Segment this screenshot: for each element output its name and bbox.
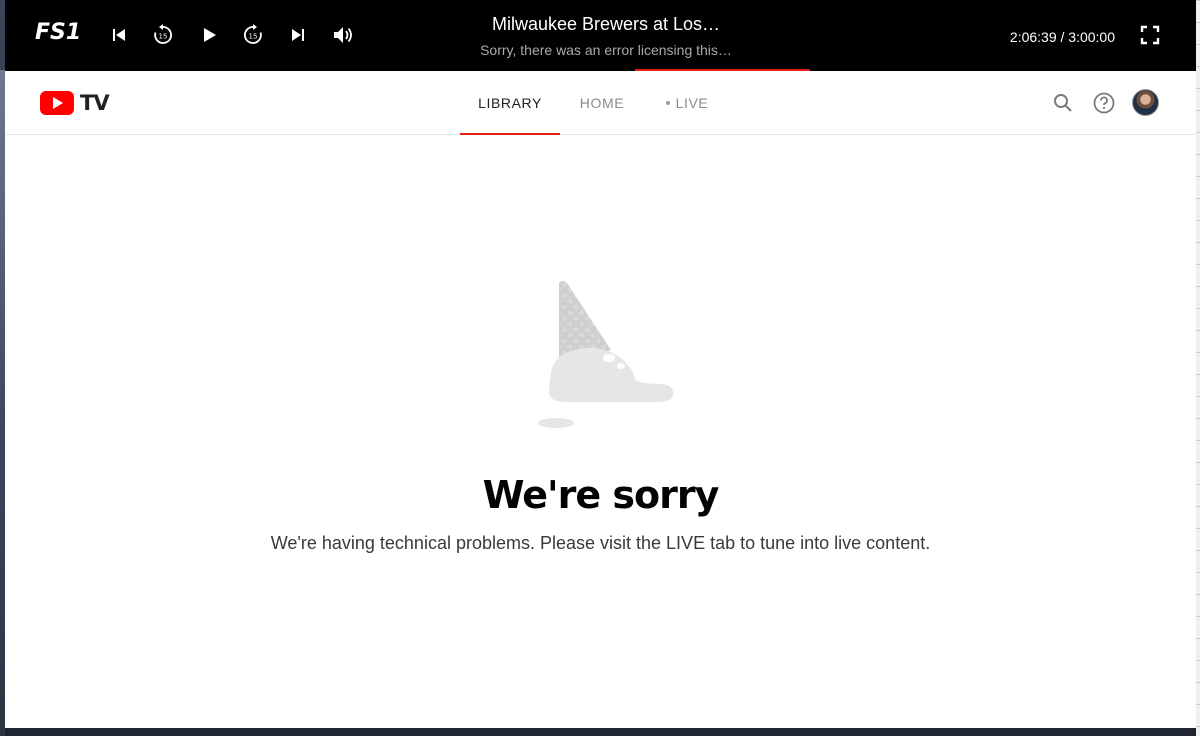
now-playing-error: Sorry, there was an error licensing this… xyxy=(480,42,732,58)
channel-logo: FS1 xyxy=(35,20,82,45)
now-playing-title: Milwaukee Brewers at Los… xyxy=(491,14,721,34)
fullscreen-icon[interactable] xyxy=(1137,22,1163,48)
live-dot-icon xyxy=(665,101,670,105)
tab-library-label: LIBRARY xyxy=(478,95,542,111)
rewind-15-icon[interactable]: 15 xyxy=(150,22,176,48)
error-message: We're having technical problems. Please … xyxy=(270,533,931,553)
youtube-play-icon xyxy=(40,91,74,115)
tab-live-label: LIVE xyxy=(675,95,709,111)
svg-text:15: 15 xyxy=(159,33,168,41)
error-page: We're sorry We're having technical probl… xyxy=(5,136,1196,728)
tab-library[interactable]: LIBRARY xyxy=(460,71,560,135)
dropped-ice-cream-illustration xyxy=(525,276,675,436)
skip-next-icon[interactable] xyxy=(285,22,311,48)
volume-icon[interactable] xyxy=(330,22,356,48)
svg-text:15: 15 xyxy=(249,33,258,41)
playback-time: 2:06:39 / 3:00:00 xyxy=(1009,29,1115,45)
app-header: TV LIBRARY HOME LIVE xyxy=(5,71,1196,135)
tab-live[interactable]: LIVE xyxy=(644,71,730,135)
tab-home-label: HOME xyxy=(579,95,625,111)
skip-previous-icon[interactable] xyxy=(106,22,132,48)
error-title: We're sorry xyxy=(482,473,720,517)
play-icon[interactable] xyxy=(196,22,222,48)
forward-15-icon[interactable]: 15 xyxy=(240,22,266,48)
help-icon[interactable] xyxy=(1092,91,1116,115)
logo-text: TV xyxy=(80,91,110,115)
desktop-background-right xyxy=(1196,0,1200,736)
youtube-tv-logo[interactable]: TV xyxy=(40,91,110,115)
player-bar: FS1 15 15 Milwaukee Brewers at Los… Sorr… xyxy=(5,0,1196,71)
avatar[interactable] xyxy=(1132,89,1159,116)
tab-home[interactable]: HOME xyxy=(560,71,644,135)
main-tabs: LIBRARY HOME LIVE xyxy=(460,71,730,135)
search-icon[interactable] xyxy=(1051,91,1075,115)
browser-window: FS1 15 15 Milwaukee Brewers at Los… Sorr… xyxy=(5,0,1196,728)
